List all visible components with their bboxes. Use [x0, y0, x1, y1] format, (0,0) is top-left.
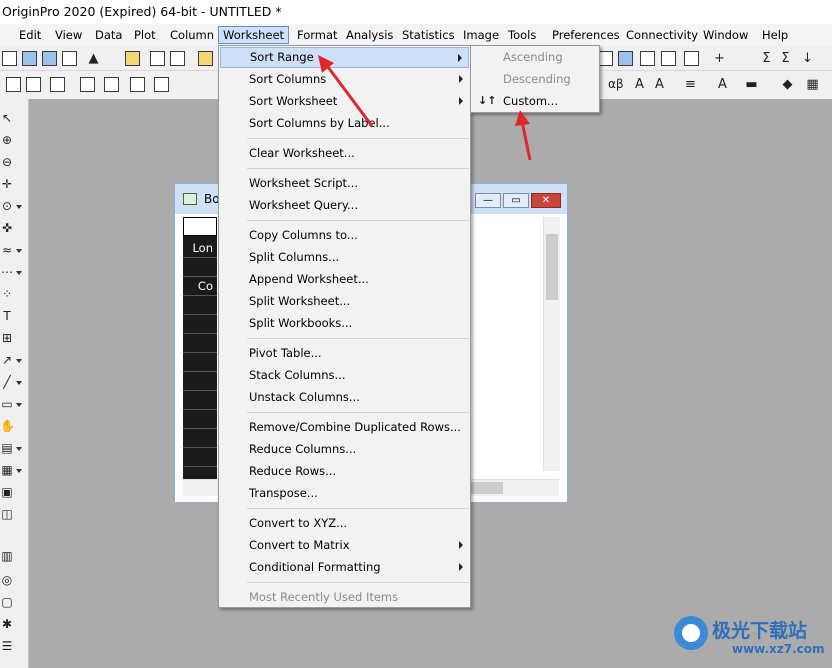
watermark-name: 极光下载站: [712, 620, 808, 642]
annotation-arrow-1: [323, 62, 374, 127]
watermark-url: www.xz7.com: [732, 642, 825, 656]
watermark: 极光下载站 www.xz7.com: [672, 606, 832, 668]
watermark-logo-icon: [674, 616, 708, 650]
annotation-arrow-2: [520, 120, 532, 161]
annotation-arrows: [318, 55, 532, 161]
annotation-arrowhead-2: [515, 110, 530, 126]
